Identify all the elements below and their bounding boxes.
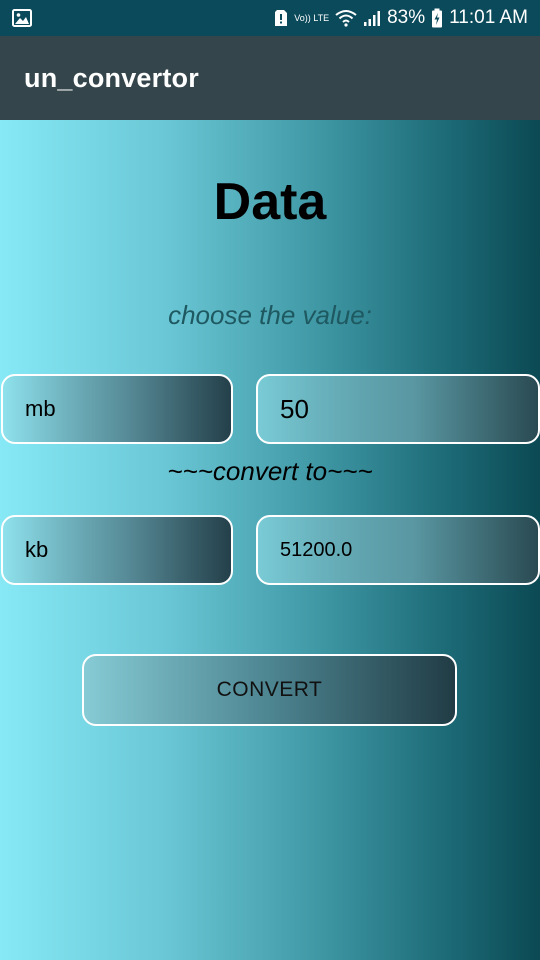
from-value-input[interactable]: 50 (256, 374, 540, 444)
from-value-text: 50 (280, 393, 309, 424)
volte-icon: Vo)) LTE (294, 12, 330, 23)
battery-charging-icon (431, 8, 443, 28)
convert-to-label: ~~~convert to~~~ (167, 456, 373, 486)
to-unit-value: kb (25, 537, 49, 562)
sim-alert-icon (274, 9, 288, 27)
wifi-icon (335, 9, 357, 27)
clock: 11:01 AM (449, 7, 528, 28)
from-unit-spinner[interactable]: mb (1, 374, 233, 444)
result-value-text: 51200.0 (280, 538, 353, 561)
status-bar: Vo)) LTE 83% 11:01 AM (0, 0, 540, 36)
battery-percent: 83% (387, 7, 426, 28)
to-unit-spinner[interactable]: kb (1, 515, 233, 585)
convert-button[interactable]: CONVERT (82, 654, 457, 726)
from-unit-value: mb (25, 396, 56, 421)
signal-icon (363, 9, 381, 27)
status-right: Vo)) LTE 83% 11:01 AM (274, 7, 528, 29)
convert-button-label: CONVERT (216, 678, 323, 701)
app-title: un_convertor (24, 62, 199, 93)
app-bar: un_convertor (0, 36, 540, 120)
result-output-field[interactable]: 51200.0 (256, 515, 540, 585)
instruction-label: choose the value: (168, 300, 372, 330)
image-icon (12, 9, 32, 27)
converter-screen: Data choose the value: mb 50 ~~~convert … (0, 120, 540, 960)
page-title: Data (213, 173, 327, 231)
status-left (12, 9, 32, 27)
